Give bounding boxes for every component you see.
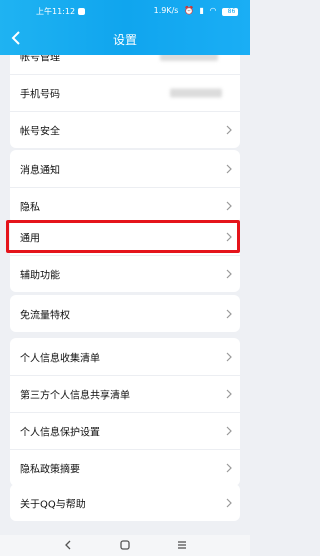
row-label: 帐号管理 [20,55,60,63]
settings-list[interactable]: 帐号管理 手机号码 帐号安全 消息通知 隐私 通用 辅助功能 免流量特权 个人信… [0,55,250,535]
row-label: 免流量特权 [20,310,70,321]
account-group: 帐号管理 手机号码 帐号安全 [10,55,240,148]
chevron-right-icon [226,125,232,135]
status-time: 上午11:12 [36,6,86,17]
row-label: 隐私 [20,202,40,214]
about-group: 关于QQ与帮助 [10,484,240,521]
app-header: 上午11:12 1.9K/s ⏰ ▮ ◠ 86 设置 [0,0,250,55]
row-label: 个人信息保护设置 [20,427,100,439]
chevron-right-icon [226,164,232,173]
chevron-right-icon [226,309,232,318]
row-label: 第三方个人信息共享清单 [20,390,130,402]
chevron-right-icon [226,352,232,361]
row-label: 隐私政策摘要 [20,464,80,476]
info-group: 个人信息收集清单 第三方个人信息共享清单 个人信息保护设置 隐私政策摘要 [10,338,240,486]
settings-row-account-management[interactable]: 帐号管理 [10,55,240,74]
page-title: 设置 [112,33,137,47]
status-bar: 上午11:12 1.9K/s ⏰ ▮ ◠ 86 [0,0,250,20]
row-label: 手机号码 [20,89,60,101]
traffic-group: 免流量特权 [10,295,240,332]
system-nav-bar [0,535,250,556]
notify-group: 消息通知 隐私 [10,150,240,224]
chevron-right-icon [226,498,232,507]
highlight-box [6,220,240,253]
nav-menu-icon[interactable] [176,539,188,551]
settings-row-about-help[interactable]: 关于QQ与帮助 [10,484,240,521]
redacted-value [160,55,218,61]
wifi-icon: ◠ [209,6,217,15]
nav-home-icon[interactable] [119,539,131,551]
redacted-phone [170,88,222,98]
chevron-right-icon [226,463,232,473]
chevron-right-icon [226,426,232,436]
row-label: 关于QQ与帮助 [20,499,86,510]
settings-row-account-security[interactable]: 帐号安全 [10,111,240,148]
settings-row-phone-number[interactable]: 手机号码 [10,74,240,111]
settings-row-third-party-sharing[interactable]: 第三方个人信息共享清单 [10,375,240,412]
settings-row-privacy-summary[interactable]: 隐私政策摘要 [10,449,240,486]
settings-row-accessibility[interactable]: 辅助功能 [10,255,240,292]
row-label: 辅助功能 [20,270,60,282]
nav-back-icon[interactable] [62,539,74,551]
settings-row-info-collection[interactable]: 个人信息收集清单 [10,338,240,375]
row-label: 消息通知 [20,165,60,176]
settings-row-free-traffic[interactable]: 免流量特权 [10,295,240,332]
chevron-right-icon [226,269,232,279]
status-right: 1.9K/s ⏰ ▮ ◠ 86 [151,6,238,16]
alarm-icon: ⏰ [184,6,194,15]
settings-row-info-protection[interactable]: 个人信息保护设置 [10,412,240,449]
settings-row-notifications[interactable]: 消息通知 [10,150,240,187]
chevron-right-icon [226,201,232,211]
signal-icon: ▮ [199,6,204,15]
notification-icon [78,8,86,15]
nav-bar: 设置 [0,22,250,55]
row-label: 个人信息收集清单 [20,353,100,364]
row-label: 帐号安全 [20,126,60,138]
chevron-right-icon [226,389,232,399]
network-speed: 1.9K/s [153,6,179,15]
battery-icon: 86 [222,8,238,16]
